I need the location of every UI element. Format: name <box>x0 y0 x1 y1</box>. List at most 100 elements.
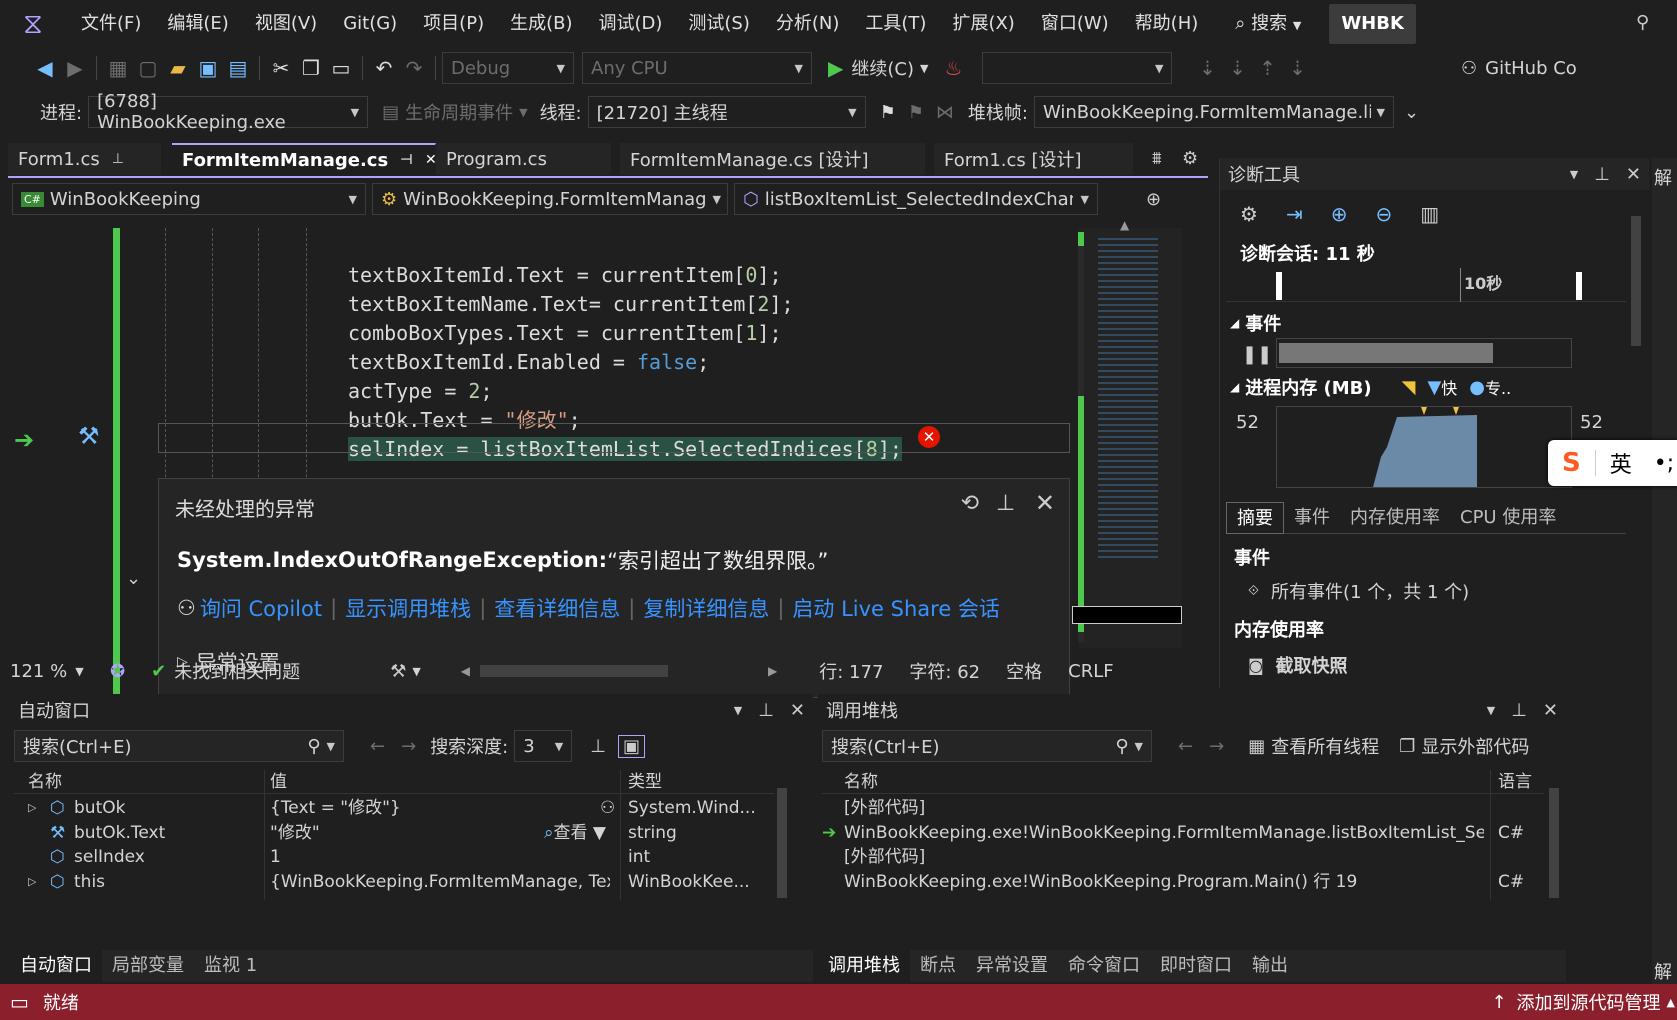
show-call-stack-link[interactable]: 显示调用堆栈 <box>345 593 471 623</box>
pin-icon[interactable]: ⊥ <box>758 700 774 721</box>
add-to-source-control-button[interactable]: 添加到源代码管理 <box>1517 989 1661 1015</box>
copy-details-link[interactable]: 复制详细信息 <box>643 593 769 623</box>
paste-icon[interactable]: ▭ <box>326 53 356 83</box>
events-section-toggle[interactable]: ◢ 事件 <box>1230 310 1281 336</box>
tab-memory-usage[interactable]: 内存使用率 <box>1340 502 1450 534</box>
copy-icon[interactable]: ❐ <box>296 53 326 83</box>
expand-icon[interactable]: ▷ <box>28 870 36 894</box>
undo-icon[interactable]: ↶ <box>369 53 399 83</box>
solution-badge[interactable]: WHBK <box>1329 4 1416 44</box>
diagnostics-scrollbar[interactable] <box>1628 190 1644 672</box>
menu-item-8[interactable]: 分析(N) <box>763 0 853 48</box>
scroll-up-icon[interactable]: ▲ <box>1120 218 1129 232</box>
tab-list-icon[interactable]: ⩩ <box>1152 148 1162 169</box>
quick-actions-icon[interactable]: ⚒ <box>78 422 100 450</box>
issues-status[interactable]: 未找到相关问题 <box>174 658 300 684</box>
column-header-type[interactable]: 类型 <box>628 770 662 794</box>
close-icon[interactable]: ✕ <box>1626 164 1641 185</box>
show-external-code-button[interactable]: 显示外部代码 <box>1421 733 1529 759</box>
variable-value[interactable]: {Text = "修改"} <box>270 796 610 820</box>
code-cleanup-icon[interactable]: ⚒ <box>390 661 406 682</box>
close-icon[interactable]: ✕ <box>425 152 437 168</box>
column-header-value[interactable]: 值 <box>270 770 287 794</box>
pin-to-source-icon[interactable]: ⊥ <box>590 736 606 757</box>
autos-scrollbar[interactable] <box>774 770 790 920</box>
process-select[interactable]: [6788] WinBookKeeping.exe ▼ <box>88 91 369 133</box>
column-header-name[interactable]: 名称 <box>844 770 878 794</box>
flag-threads-icon[interactable]: ⚑ <box>908 102 924 123</box>
step-out-icon[interactable]: ⇡ <box>1252 53 1282 83</box>
notifications-icon[interactable]: ▭ <box>10 990 29 1014</box>
tab-form1-cs[interactable]: Form1.cs ⊥ <box>8 143 162 175</box>
visualizer-button[interactable]: ⌕查看 ▼ <box>544 821 606 845</box>
menu-item-1[interactable]: 编辑(E) <box>154 0 241 48</box>
scroll-right-icon[interactable]: ▶ <box>768 664 777 678</box>
filter-icon[interactable]: ⋈ <box>936 102 954 123</box>
menu-item-2[interactable]: 视图(V) <box>242 0 330 48</box>
chevron-down-icon[interactable]: ▼ <box>1570 168 1578 181</box>
configuration-select[interactable]: Debug ▼ <box>442 52 574 84</box>
tab-cpu-usage[interactable]: CPU 使用率 <box>1450 502 1566 534</box>
step-into-icon[interactable]: ⇣ <box>1222 53 1252 83</box>
search-button[interactable]: ⌕ 搜索 ▼ <box>1225 0 1311 48</box>
tab-autos[interactable]: 自动窗口 <box>10 950 102 982</box>
tab-program-cs[interactable]: Program.cs <box>436 143 612 175</box>
table-row[interactable]: [外部代码] <box>822 845 1544 869</box>
hot-reload-icon[interactable]: ♨ <box>938 53 968 83</box>
all-events-link[interactable]: ⟐ 所有事件(1 个，共 1 个) <box>1248 578 1469 604</box>
save-all-icon[interactable]: ▤ <box>223 53 253 83</box>
tab-locals[interactable]: 局部变量 <box>102 950 194 982</box>
cut-icon[interactable]: ✂ <box>266 53 296 83</box>
menu-item-4[interactable]: 项目(P) <box>410 0 497 48</box>
table-row[interactable]: ▷ ⬡ butOk {Text = "修改"} ⚇ System.Wind... <box>14 796 770 820</box>
tab-form1-design[interactable]: Form1.cs [设计] <box>934 143 1134 175</box>
copilot-status-icon[interactable]: ✪ <box>110 661 125 682</box>
toolbar-overflow-icon[interactable]: ⌄ <box>1404 102 1419 123</box>
search-forward-icon[interactable]: → <box>401 736 416 757</box>
menu-item-3[interactable]: Git(G) <box>330 0 410 48</box>
lifecycle-events-button[interactable]: 生命周期事件 <box>405 99 513 125</box>
tab-immediate-window[interactable]: 即时窗口 <box>1150 950 1242 982</box>
zoom-in-icon[interactable]: ⊕ <box>1331 202 1348 226</box>
back-icon[interactable]: ◀ <box>30 53 60 83</box>
menu-item-11[interactable]: 窗口(W) <box>1028 0 1122 48</box>
expand-icon[interactable]: ▷ <box>28 796 36 820</box>
hex-display-icon[interactable]: ▣ <box>617 734 645 758</box>
view-all-threads-button[interactable]: 查看所有线程 <box>1271 733 1379 759</box>
table-row[interactable]: WinBookKeeping.exe!WinBookKeeping.Progra… <box>822 870 1544 894</box>
search-depth-select[interactable]: 3 ▼ <box>514 730 573 762</box>
tab-formitemmanage-cs[interactable]: FormItemManage.cs ⊣ ✕ <box>172 143 437 175</box>
column-header-language[interactable]: 语言 <box>1498 770 1532 794</box>
menu-item-6[interactable]: 调试(D) <box>586 0 676 48</box>
table-row[interactable]: ▷ ⬡ this {WinBookKeeping.FormItemManage, Te… <box>14 870 770 894</box>
tab-watch-1[interactable]: 监视 1 <box>194 950 267 982</box>
memory-section-toggle[interactable]: ◢ 进程内存 (MB) ◥ ▼ 快 ● 专.. <box>1230 374 1511 400</box>
menu-item-10[interactable]: 扩展(X) <box>939 0 1027 48</box>
close-icon[interactable]: ✕ <box>1035 489 1055 517</box>
ask-copilot-link[interactable]: 询问 Copilot <box>200 593 322 623</box>
tab-call-stack[interactable]: 调用堆栈 <box>818 950 910 982</box>
tab-events[interactable]: 事件 <box>1284 502 1340 534</box>
close-icon[interactable]: ✕ <box>790 700 805 721</box>
table-row[interactable]: ➔ WinBookKeeping.exe!WinBookKeeping.FormI… <box>822 821 1544 845</box>
variable-value[interactable]: {WinBookKeeping.FormItemManage, Text: 名.… <box>270 870 610 894</box>
char-indicator[interactable]: 字符: 62 <box>909 658 980 684</box>
indent-indicator[interactable]: 空格 <box>1006 658 1042 684</box>
ime-toolbar[interactable]: S 英 •; <box>1548 440 1677 486</box>
search-back-icon[interactable]: ← <box>1178 736 1193 757</box>
tab-command-window[interactable]: 命令窗口 <box>1058 950 1150 982</box>
step-over-icon[interactable]: ⇣ <box>1192 53 1222 83</box>
settings-icon[interactable]: ⚙ <box>1182 148 1198 169</box>
horizontal-scrollbar[interactable] <box>480 665 669 677</box>
pin-icon[interactable]: ⊣ <box>400 152 413 168</box>
pin-icon[interactable]: ⊥ <box>1511 700 1527 721</box>
settings-icon[interactable]: ⚙ <box>1240 202 1258 226</box>
memory-chart[interactable] <box>1276 406 1572 488</box>
thread-select[interactable]: [21720] 主线程 ▼ <box>587 96 866 128</box>
github-copilot-button[interactable]: ⚇ GitHub Co <box>1461 58 1677 79</box>
open-folder-icon[interactable]: ▰ <box>163 53 193 83</box>
menu-item-7[interactable]: 测试(S) <box>675 0 762 48</box>
tab-formitemmanage-design[interactable]: FormItemManage.cs [设计] <box>620 143 926 175</box>
visual-studio-logo-icon[interactable]: ⧖ <box>16 9 50 39</box>
table-row[interactable]: ⚒ butOk.Text "修改" ⌕查看 ▼ string <box>14 821 770 845</box>
